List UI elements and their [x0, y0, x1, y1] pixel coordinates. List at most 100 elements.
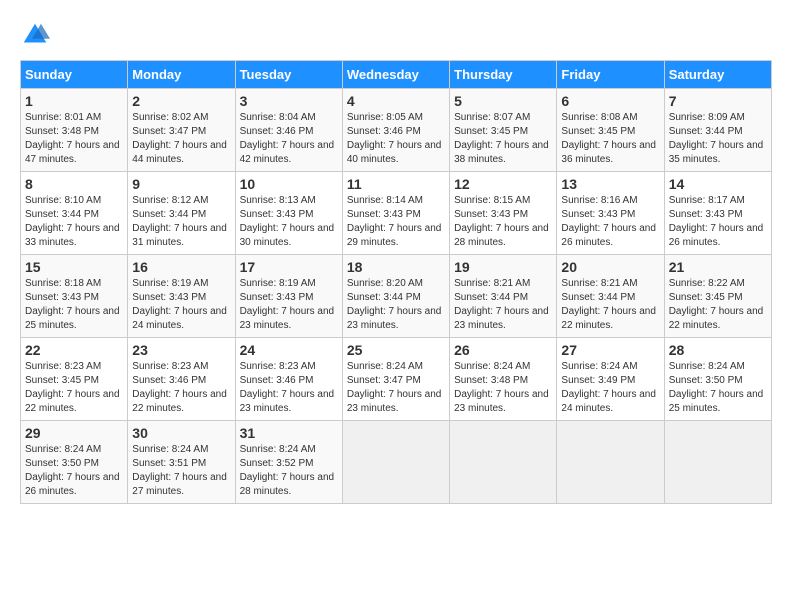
- sunrise-label: Sunrise: 8:12 AM: [132, 195, 208, 206]
- daylight-label: Daylight: 7 hours and 22 minutes.: [669, 306, 764, 331]
- day-info: Sunrise: 8:23 AM Sunset: 3:46 PM Dayligh…: [240, 360, 338, 416]
- sunrise-label: Sunrise: 8:23 AM: [132, 361, 208, 372]
- calendar-cell: 2 Sunrise: 8:02 AM Sunset: 3:47 PM Dayli…: [128, 89, 235, 172]
- sunrise-label: Sunrise: 8:02 AM: [132, 112, 208, 123]
- day-number: 10: [240, 176, 338, 192]
- sunrise-label: Sunrise: 8:19 AM: [132, 278, 208, 289]
- daylight-label: Daylight: 7 hours and 29 minutes.: [347, 223, 442, 248]
- sunrise-label: Sunrise: 8:24 AM: [669, 361, 745, 372]
- daylight-label: Daylight: 7 hours and 28 minutes.: [454, 223, 549, 248]
- daylight-label: Daylight: 7 hours and 24 minutes.: [561, 389, 656, 414]
- sunrise-label: Sunrise: 8:24 AM: [25, 444, 101, 455]
- calendar-cell: [342, 421, 449, 504]
- sunrise-label: Sunrise: 8:19 AM: [240, 278, 316, 289]
- sunset-label: Sunset: 3:48 PM: [25, 126, 99, 137]
- daylight-label: Daylight: 7 hours and 26 minutes.: [561, 223, 656, 248]
- sunset-label: Sunset: 3:44 PM: [669, 126, 743, 137]
- day-info: Sunrise: 8:19 AM Sunset: 3:43 PM Dayligh…: [240, 277, 338, 333]
- sunset-label: Sunset: 3:49 PM: [561, 375, 635, 386]
- calendar-cell: 21 Sunrise: 8:22 AM Sunset: 3:45 PM Dayl…: [664, 255, 771, 338]
- day-info: Sunrise: 8:13 AM Sunset: 3:43 PM Dayligh…: [240, 194, 338, 250]
- daylight-label: Daylight: 7 hours and 44 minutes.: [132, 140, 227, 165]
- day-number: 17: [240, 259, 338, 275]
- day-info: Sunrise: 8:14 AM Sunset: 3:43 PM Dayligh…: [347, 194, 445, 250]
- sunrise-label: Sunrise: 8:08 AM: [561, 112, 637, 123]
- calendar-header-saturday: Saturday: [664, 61, 771, 89]
- sunset-label: Sunset: 3:44 PM: [454, 292, 528, 303]
- day-number: 23: [132, 342, 230, 358]
- sunset-label: Sunset: 3:50 PM: [669, 375, 743, 386]
- day-info: Sunrise: 8:16 AM Sunset: 3:43 PM Dayligh…: [561, 194, 659, 250]
- daylight-label: Daylight: 7 hours and 30 minutes.: [240, 223, 335, 248]
- sunrise-label: Sunrise: 8:13 AM: [240, 195, 316, 206]
- day-number: 29: [25, 425, 123, 441]
- sunset-label: Sunset: 3:46 PM: [240, 126, 314, 137]
- day-number: 11: [347, 176, 445, 192]
- sunrise-label: Sunrise: 8:10 AM: [25, 195, 101, 206]
- sunset-label: Sunset: 3:50 PM: [25, 458, 99, 469]
- sunset-label: Sunset: 3:47 PM: [347, 375, 421, 386]
- sunset-label: Sunset: 3:45 PM: [561, 126, 635, 137]
- sunset-label: Sunset: 3:43 PM: [240, 292, 314, 303]
- sunrise-label: Sunrise: 8:24 AM: [454, 361, 530, 372]
- day-number: 8: [25, 176, 123, 192]
- day-number: 14: [669, 176, 767, 192]
- calendar-cell: 26 Sunrise: 8:24 AM Sunset: 3:48 PM Dayl…: [450, 338, 557, 421]
- daylight-label: Daylight: 7 hours and 23 minutes.: [240, 389, 335, 414]
- sunrise-label: Sunrise: 8:24 AM: [240, 444, 316, 455]
- sunset-label: Sunset: 3:43 PM: [669, 209, 743, 220]
- day-number: 2: [132, 93, 230, 109]
- daylight-label: Daylight: 7 hours and 23 minutes.: [454, 306, 549, 331]
- calendar-cell: 14 Sunrise: 8:17 AM Sunset: 3:43 PM Dayl…: [664, 172, 771, 255]
- day-info: Sunrise: 8:18 AM Sunset: 3:43 PM Dayligh…: [25, 277, 123, 333]
- sunrise-label: Sunrise: 8:07 AM: [454, 112, 530, 123]
- calendar-cell: 15 Sunrise: 8:18 AM Sunset: 3:43 PM Dayl…: [21, 255, 128, 338]
- sunset-label: Sunset: 3:51 PM: [132, 458, 206, 469]
- sunrise-label: Sunrise: 8:15 AM: [454, 195, 530, 206]
- calendar-cell: 8 Sunrise: 8:10 AM Sunset: 3:44 PM Dayli…: [21, 172, 128, 255]
- sunrise-label: Sunrise: 8:16 AM: [561, 195, 637, 206]
- day-info: Sunrise: 8:04 AM Sunset: 3:46 PM Dayligh…: [240, 111, 338, 167]
- daylight-label: Daylight: 7 hours and 27 minutes.: [132, 472, 227, 497]
- sunrise-label: Sunrise: 8:21 AM: [561, 278, 637, 289]
- calendar-cell: 18 Sunrise: 8:20 AM Sunset: 3:44 PM Dayl…: [342, 255, 449, 338]
- sunrise-label: Sunrise: 8:24 AM: [561, 361, 637, 372]
- sunrise-label: Sunrise: 8:21 AM: [454, 278, 530, 289]
- day-info: Sunrise: 8:24 AM Sunset: 3:51 PM Dayligh…: [132, 443, 230, 499]
- calendar-cell: 27 Sunrise: 8:24 AM Sunset: 3:49 PM Dayl…: [557, 338, 664, 421]
- daylight-label: Daylight: 7 hours and 22 minutes.: [25, 389, 120, 414]
- calendar-cell: 1 Sunrise: 8:01 AM Sunset: 3:48 PM Dayli…: [21, 89, 128, 172]
- logo-icon: [20, 20, 50, 50]
- day-info: Sunrise: 8:23 AM Sunset: 3:46 PM Dayligh…: [132, 360, 230, 416]
- sunrise-label: Sunrise: 8:14 AM: [347, 195, 423, 206]
- calendar-cell: 3 Sunrise: 8:04 AM Sunset: 3:46 PM Dayli…: [235, 89, 342, 172]
- calendar-cell: 29 Sunrise: 8:24 AM Sunset: 3:50 PM Dayl…: [21, 421, 128, 504]
- day-number: 4: [347, 93, 445, 109]
- sunrise-label: Sunrise: 8:01 AM: [25, 112, 101, 123]
- day-info: Sunrise: 8:02 AM Sunset: 3:47 PM Dayligh…: [132, 111, 230, 167]
- calendar-cell: 6 Sunrise: 8:08 AM Sunset: 3:45 PM Dayli…: [557, 89, 664, 172]
- calendar-cell: 22 Sunrise: 8:23 AM Sunset: 3:45 PM Dayl…: [21, 338, 128, 421]
- sunset-label: Sunset: 3:46 PM: [347, 126, 421, 137]
- day-info: Sunrise: 8:17 AM Sunset: 3:43 PM Dayligh…: [669, 194, 767, 250]
- daylight-label: Daylight: 7 hours and 22 minutes.: [132, 389, 227, 414]
- calendar-cell: 24 Sunrise: 8:23 AM Sunset: 3:46 PM Dayl…: [235, 338, 342, 421]
- day-number: 5: [454, 93, 552, 109]
- day-number: 7: [669, 93, 767, 109]
- calendar-week-2: 8 Sunrise: 8:10 AM Sunset: 3:44 PM Dayli…: [21, 172, 772, 255]
- daylight-label: Daylight: 7 hours and 23 minutes.: [454, 389, 549, 414]
- day-number: 1: [25, 93, 123, 109]
- calendar-header-monday: Monday: [128, 61, 235, 89]
- calendar-header-tuesday: Tuesday: [235, 61, 342, 89]
- daylight-label: Daylight: 7 hours and 26 minutes.: [25, 472, 120, 497]
- day-info: Sunrise: 8:24 AM Sunset: 3:48 PM Dayligh…: [454, 360, 552, 416]
- sunrise-label: Sunrise: 8:09 AM: [669, 112, 745, 123]
- daylight-label: Daylight: 7 hours and 40 minutes.: [347, 140, 442, 165]
- day-info: Sunrise: 8:12 AM Sunset: 3:44 PM Dayligh…: [132, 194, 230, 250]
- calendar-cell: 10 Sunrise: 8:13 AM Sunset: 3:43 PM Dayl…: [235, 172, 342, 255]
- day-number: 18: [347, 259, 445, 275]
- day-info: Sunrise: 8:07 AM Sunset: 3:45 PM Dayligh…: [454, 111, 552, 167]
- calendar-cell: 31 Sunrise: 8:24 AM Sunset: 3:52 PM Dayl…: [235, 421, 342, 504]
- day-info: Sunrise: 8:08 AM Sunset: 3:45 PM Dayligh…: [561, 111, 659, 167]
- calendar-week-4: 22 Sunrise: 8:23 AM Sunset: 3:45 PM Dayl…: [21, 338, 772, 421]
